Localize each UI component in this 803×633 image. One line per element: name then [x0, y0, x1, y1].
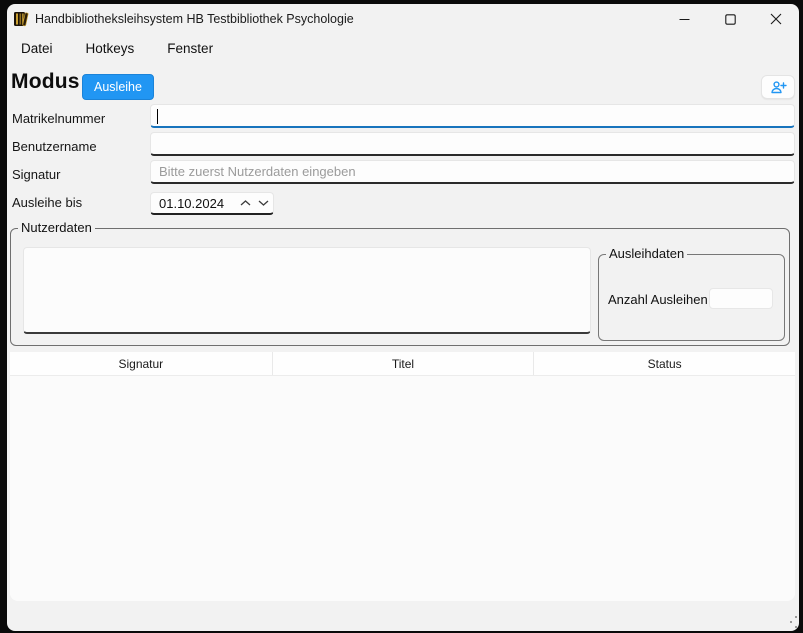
- resize-grip[interactable]: [785, 616, 799, 630]
- text-caret: [157, 109, 158, 124]
- date-decrement-button[interactable]: [255, 193, 273, 213]
- window-title: Handbibliotheksleihsystem HB Testbibliot…: [35, 4, 354, 34]
- loans-table: Signatur Titel Status: [10, 352, 795, 601]
- ausleihdaten-groupbox: Ausleihdaten Anzahl Ausleihen: [598, 254, 785, 341]
- date-value[interactable]: 01.10.2024: [151, 196, 224, 211]
- menu-datei[interactable]: Datei: [18, 39, 56, 58]
- nutzerdaten-label: Nutzerdaten: [18, 220, 95, 236]
- signatur-label: Signatur: [12, 167, 60, 182]
- chevron-down-icon: [258, 200, 269, 206]
- date-increment-button[interactable]: [236, 193, 254, 213]
- maximize-button[interactable]: [707, 4, 753, 34]
- minimize-icon: [679, 14, 690, 25]
- title-bar[interactable]: Handbibliotheksleihsystem HB Testbibliot…: [7, 4, 799, 34]
- close-icon: [770, 13, 782, 25]
- column-header-signatur[interactable]: Signatur: [10, 352, 272, 375]
- table-header: Signatur Titel Status: [10, 352, 795, 376]
- menu-hotkeys[interactable]: Hotkeys: [83, 39, 138, 58]
- ausleihdaten-label: Ausleihdaten: [606, 246, 687, 262]
- benutzername-label: Benutzername: [12, 139, 97, 154]
- menu-bar: Datei Hotkeys Fenster: [18, 35, 216, 61]
- column-header-status[interactable]: Status: [533, 352, 795, 375]
- nutzerdaten-groupbox: Nutzerdaten Ausleihdaten Anzahl Ausleihe…: [10, 228, 790, 346]
- column-header-titel[interactable]: Titel: [272, 352, 534, 375]
- ausleihe-bis-label: Ausleihe bis: [12, 195, 82, 210]
- anzahl-ausleihen-input[interactable]: [709, 288, 773, 309]
- app-window: Handbibliotheksleihsystem HB Testbibliot…: [7, 4, 799, 631]
- signatur-input[interactable]: [150, 160, 795, 184]
- ausleihe-bis-datepicker[interactable]: 01.10.2024: [150, 192, 274, 215]
- matrikelnummer-label: Matrikelnummer: [12, 111, 105, 126]
- chevron-up-icon: [240, 200, 251, 206]
- nutzerdaten-textarea[interactable]: [23, 247, 591, 334]
- table-body-empty: [10, 376, 795, 600]
- menu-fenster[interactable]: Fenster: [164, 39, 216, 58]
- app-books-icon: [13, 11, 29, 27]
- benutzername-input[interactable]: [150, 132, 795, 156]
- maximize-icon: [725, 14, 736, 25]
- person-add-icon: [770, 80, 787, 95]
- close-button[interactable]: [753, 4, 799, 34]
- anzahl-ausleihen-label: Anzahl Ausleihen: [608, 292, 708, 307]
- minimize-button[interactable]: [661, 4, 707, 34]
- mode-ausleihe-button[interactable]: Ausleihe: [82, 74, 154, 100]
- mode-heading: Modus: [11, 70, 80, 94]
- window-controls: [661, 4, 799, 34]
- add-user-button[interactable]: [761, 75, 795, 99]
- matrikelnummer-input[interactable]: [150, 104, 795, 128]
